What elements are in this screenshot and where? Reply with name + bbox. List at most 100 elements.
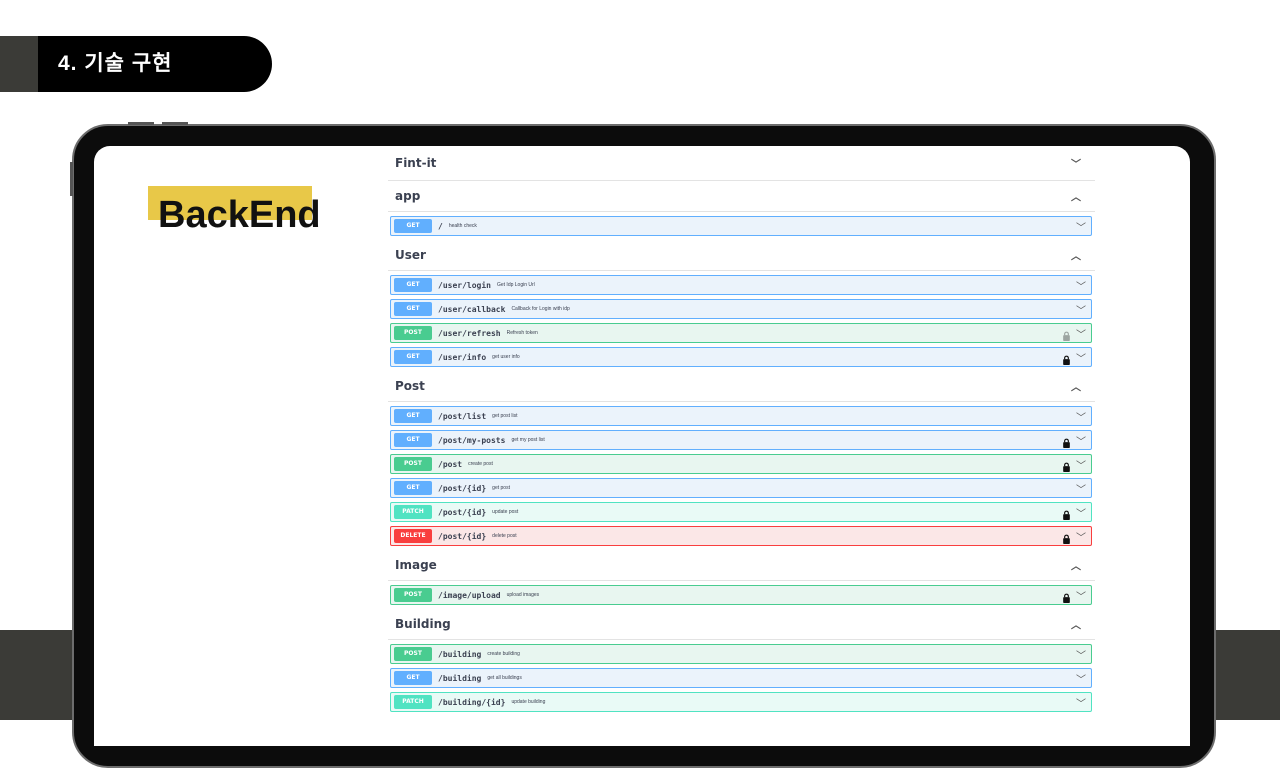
operation-row[interactable]: GET/user/callback Callback for Login with… — [390, 299, 1092, 319]
endpoint-path: /post/list — [438, 411, 487, 421]
chevron-down-icon[interactable]: ﹀ — [1076, 647, 1086, 662]
operation-row[interactable]: GET/user/login Get Idp Login Url ﹀ — [390, 275, 1092, 295]
endpoint-path: / — [438, 221, 443, 231]
method-badge: GET — [394, 302, 432, 316]
method-badge: GET — [394, 409, 432, 423]
tablet-top-button — [128, 122, 154, 125]
endpoint-path: /post/{id} — [438, 531, 487, 541]
title-block: BackEnd — [148, 186, 321, 236]
endpoint-description: create building — [487, 651, 520, 657]
chevron-down-icon[interactable]: ﹀ — [1076, 588, 1086, 603]
lock-icon[interactable] — [1062, 435, 1071, 448]
operation-row[interactable]: POST/post create post ﹀ — [390, 454, 1092, 474]
endpoint-path: /building/{id} — [438, 697, 506, 707]
endpoint-path: /post/{id} — [438, 483, 487, 493]
method-badge: GET — [394, 481, 432, 495]
chevron-down-icon[interactable]: ﹀ — [1076, 457, 1086, 472]
operation-row[interactable]: POST/user/refresh Refresh token ﹀ — [390, 323, 1092, 343]
lock-icon[interactable] — [1062, 531, 1071, 544]
endpoint-description: update building — [511, 699, 546, 705]
method-badge: PATCH — [394, 505, 432, 519]
operation-row[interactable]: GET / health check ﹀ — [390, 216, 1092, 236]
section-header[interactable]: User ︿ — [388, 240, 1095, 271]
chevron-down-icon[interactable]: ﹀ — [1076, 219, 1086, 234]
section-name: app — [395, 189, 421, 203]
endpoint-description: get user info — [492, 354, 520, 360]
chevron-down-icon[interactable]: ﹀ — [1076, 505, 1086, 520]
endpoint-description: health check — [448, 223, 477, 229]
swagger-operations-list: Fint-it ﹀ app ︿ GET / health check ﹀ User ︿ GET/us… — [388, 146, 1095, 716]
operation-row[interactable]: GET/post/my-posts get my post list ﹀ — [390, 430, 1092, 450]
endpoint-path: /post/{id} — [438, 507, 487, 517]
chevron-down-icon[interactable]: ﹀ — [1076, 278, 1086, 293]
tablet-top-button — [162, 122, 188, 125]
chevron-down-icon[interactable]: ﹀ — [1076, 481, 1086, 496]
section-header[interactable]: Building ︿ — [388, 609, 1095, 640]
method-badge: PATCH — [394, 695, 432, 709]
operation-row[interactable]: GET/post/{id} get post ﹀ — [390, 478, 1092, 498]
chevron-down-icon[interactable]: ﹀ — [1076, 409, 1086, 424]
chevron-down-icon[interactable]: ﹀ — [1076, 671, 1086, 686]
method-badge: DELETE — [394, 529, 432, 543]
endpoint-description: Callback for Login with idp — [511, 306, 570, 312]
endpoint-path: /building — [438, 673, 482, 683]
lock-icon[interactable] — [1062, 590, 1071, 603]
endpoint-description: create post — [468, 461, 493, 467]
chevron-down-icon[interactable]: ﹀ — [1071, 156, 1081, 171]
endpoint-path: /user/callback — [438, 304, 506, 314]
operation-row[interactable]: POST/building create building ﹀ — [390, 644, 1092, 664]
section-name: User — [395, 248, 426, 262]
endpoint-path: /building — [438, 649, 482, 659]
chevron-down-icon[interactable]: ﹀ — [1076, 529, 1086, 544]
section-header[interactable]: app ︿ — [388, 181, 1095, 212]
operation-row[interactable]: GET/building get all buildings ﹀ — [390, 668, 1092, 688]
endpoint-path: /user/info — [438, 352, 487, 362]
section-header[interactable]: Post ︿ — [388, 371, 1095, 402]
page-title: BackEnd — [158, 194, 321, 236]
slide-heading: 4. 기술 구현 — [38, 36, 272, 92]
operation-row[interactable]: DELETE/post/{id} delete post ﹀ — [390, 526, 1092, 546]
method-badge: GET — [394, 671, 432, 685]
lock-icon[interactable] — [1062, 352, 1071, 365]
endpoint-description: delete post — [492, 533, 517, 539]
method-badge: POST — [394, 326, 432, 340]
section-header[interactable]: Image ︿ — [388, 550, 1095, 581]
chevron-down-icon[interactable]: ﹀ — [1076, 695, 1086, 710]
chevron-up-icon[interactable]: ︿ — [1071, 189, 1081, 204]
method-badge: GET — [394, 350, 432, 364]
section-name: Fint-it — [395, 156, 437, 170]
endpoint-path: /image/upload — [438, 590, 501, 600]
tablet-side-button — [70, 162, 73, 196]
endpoint-description: Get Idp Login Url — [496, 282, 535, 288]
operation-row[interactable]: PATCH/building/{id} update building ﹀ — [390, 692, 1092, 712]
operation-row[interactable]: GET/user/info get user info ﹀ — [390, 347, 1092, 367]
chevron-down-icon[interactable]: ﹀ — [1076, 433, 1086, 448]
section-name: Post — [395, 379, 425, 393]
chevron-down-icon[interactable]: ﹀ — [1076, 302, 1086, 317]
section-header[interactable]: Fint-it ﹀ — [388, 146, 1095, 181]
method-badge: GET — [394, 219, 432, 233]
chevron-up-icon[interactable]: ︿ — [1071, 248, 1081, 263]
method-badge: POST — [394, 457, 432, 471]
endpoint-path: /user/refresh — [438, 328, 501, 338]
endpoint-description: get my post list — [511, 437, 545, 443]
section-name: Building — [395, 617, 451, 631]
endpoint-description: get all buildings — [487, 675, 522, 681]
chevron-down-icon[interactable]: ﹀ — [1076, 350, 1086, 365]
chevron-up-icon[interactable]: ︿ — [1071, 617, 1081, 632]
lock-icon[interactable] — [1062, 328, 1071, 341]
endpoint-description: get post — [492, 485, 510, 491]
tablet-screen: BackEnd Fint-it ﹀ app ︿ GET / health check ﹀ Use… — [94, 146, 1190, 746]
lock-icon[interactable] — [1062, 507, 1071, 520]
method-badge: POST — [394, 588, 432, 602]
chevron-up-icon[interactable]: ︿ — [1071, 379, 1081, 394]
lock-icon[interactable] — [1062, 459, 1071, 472]
method-badge: POST — [394, 647, 432, 661]
chevron-down-icon[interactable]: ﹀ — [1076, 326, 1086, 341]
chevron-up-icon[interactable]: ︿ — [1071, 558, 1081, 573]
endpoint-description: upload images — [506, 592, 540, 598]
operation-row[interactable]: GET/post/list get post list ﹀ — [390, 406, 1092, 426]
operation-row[interactable]: PATCH/post/{id} update post ﹀ — [390, 502, 1092, 522]
endpoint-description: get post list — [492, 413, 518, 419]
operation-row[interactable]: POST/image/upload upload images ﹀ — [390, 585, 1092, 605]
